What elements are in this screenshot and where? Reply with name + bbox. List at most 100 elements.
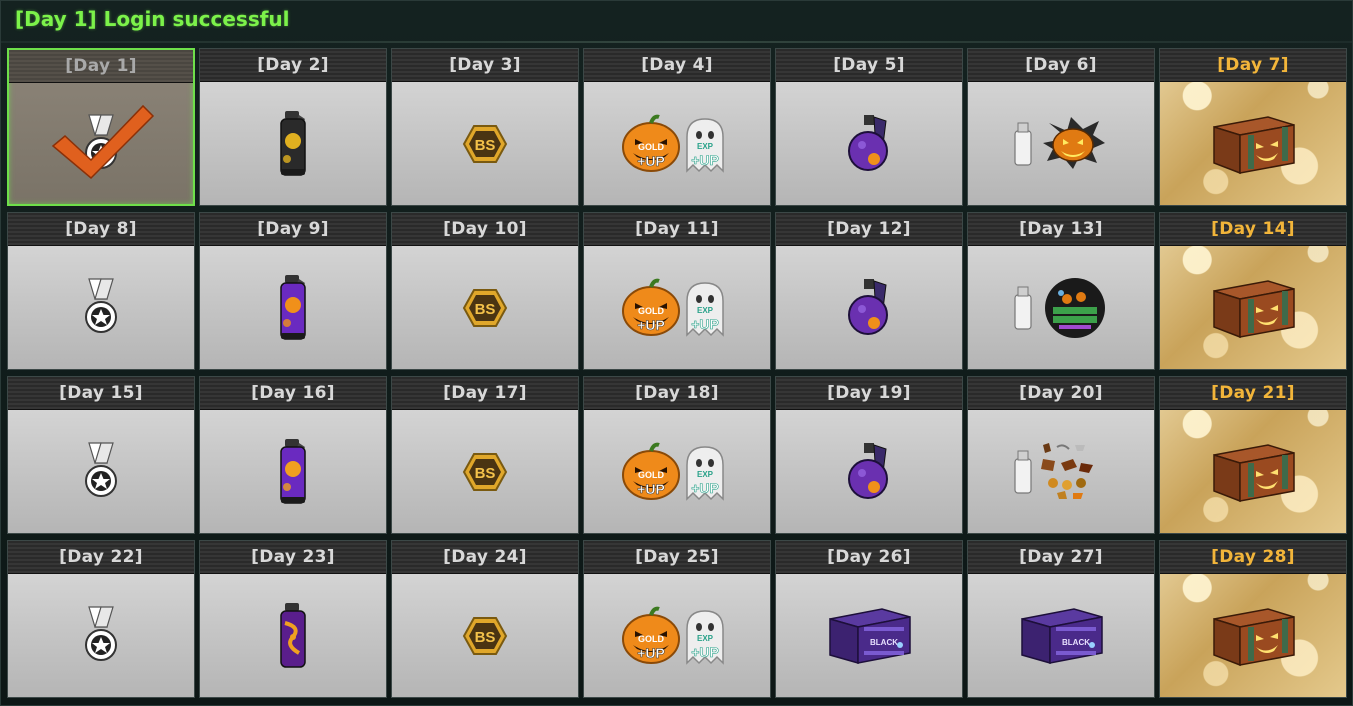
day-cell-27[interactable]: [Day 27] BLACK (967, 540, 1155, 698)
grenade-canister-orange-icon (200, 410, 386, 533)
day-cell-21[interactable]: [Day 21] (1159, 376, 1347, 534)
claimed-check-icon (51, 102, 155, 182)
page-title: [Day 1] Login successful (15, 7, 290, 31)
svg-text:+UP: +UP (691, 316, 719, 332)
day-cell-28[interactable]: [Day 28] (1159, 540, 1347, 698)
day-cell-20[interactable]: [Day 20] (967, 376, 1155, 534)
day-label: [Day 23] (200, 541, 386, 574)
bs-coin-icon: BS (392, 574, 578, 697)
day-cell-9[interactable]: [Day 9] (199, 212, 387, 370)
svg-text:EXP: EXP (697, 306, 714, 315)
gold-exp-up-icon: GOLD +UP EXP +UP (584, 82, 770, 205)
svg-text:+UP: +UP (637, 481, 665, 497)
day-cell-13[interactable]: [Day 13] (967, 212, 1155, 370)
day-label: [Day 24] (392, 541, 578, 574)
day-cell-19[interactable]: [Day 19] (775, 376, 963, 534)
day-cell-23[interactable]: [Day 23] (199, 540, 387, 698)
grenade-canister-purple-icon (200, 246, 386, 369)
day-label: [Day 19] (776, 377, 962, 410)
day-cell-26[interactable]: [Day 26] BLACK (775, 540, 963, 698)
medal-icon (8, 574, 194, 697)
svg-text:+UP: +UP (637, 645, 665, 661)
svg-text:+UP: +UP (691, 152, 719, 168)
day-cell-25[interactable]: [Day 25] GOLD +UP EXP +UP (583, 540, 771, 698)
day-cell-17[interactable]: [Day 17] BS (391, 376, 579, 534)
purple-grenade-icon (776, 246, 962, 369)
day-label: [Day 16] (200, 377, 386, 410)
sticker-spray-icon (968, 410, 1154, 533)
day-cell-14[interactable]: [Day 14] (1159, 212, 1347, 370)
day-label: [Day 27] (968, 541, 1154, 574)
grenade-canister-swirl-icon (200, 574, 386, 697)
day-label: [Day 5] (776, 49, 962, 82)
gold-exp-up-icon: GOLD +UP EXP +UP (584, 246, 770, 369)
day-cell-6[interactable]: [Day 6] (967, 48, 1155, 206)
day-label: [Day 26] (776, 541, 962, 574)
svg-text:BS: BS (475, 465, 496, 482)
day-label: [Day 22] (8, 541, 194, 574)
day-label: [Day 14] (1160, 213, 1346, 246)
purple-grenade-icon (776, 82, 962, 205)
day-cell-4[interactable]: [Day 4] GOLD +UP EXP +UP (583, 48, 771, 206)
day-label: [Day 25] (584, 541, 770, 574)
day-cell-3[interactable]: [Day 3] BS (391, 48, 579, 206)
medal-icon (8, 410, 194, 533)
svg-text:GOLD: GOLD (638, 470, 664, 480)
gold-exp-up-icon: GOLD +UP EXP +UP (584, 410, 770, 533)
day-cell-24[interactable]: [Day 24] BS (391, 540, 579, 698)
bs-coin-icon: BS (392, 410, 578, 533)
pumpkin-spray-icon (968, 82, 1154, 205)
svg-text:BLACK: BLACK (1062, 638, 1090, 647)
day-label: [Day 7] (1160, 49, 1346, 82)
day-label: [Day 12] (776, 213, 962, 246)
svg-text:BLACK: BLACK (870, 638, 898, 647)
day-cell-16[interactable]: [Day 16] (199, 376, 387, 534)
day-label: [Day 15] (8, 377, 194, 410)
day-label: [Day 9] (200, 213, 386, 246)
day-label: [Day 17] (392, 377, 578, 410)
grenade-canister-black-icon (200, 82, 386, 205)
day-label: [Day 13] (968, 213, 1154, 246)
svg-text:GOLD: GOLD (638, 634, 664, 644)
day-cell-15[interactable]: [Day 15] (7, 376, 195, 534)
pumpkin-crate-icon (1160, 574, 1346, 697)
svg-text:GOLD: GOLD (638, 142, 664, 152)
day-cell-10[interactable]: [Day 10] BS (391, 212, 579, 370)
purple-grenade-icon (776, 410, 962, 533)
svg-text:+UP: +UP (637, 317, 665, 333)
medal-icon (8, 246, 194, 369)
svg-text:EXP: EXP (697, 470, 714, 479)
title-divider (1, 41, 1352, 43)
day-label: [Day 10] (392, 213, 578, 246)
day-label: [Day 8] (8, 213, 194, 246)
day-cell-5[interactable]: [Day 5] (775, 48, 963, 206)
day-label: [Day 3] (392, 49, 578, 82)
pumpkin-crate-icon (1160, 410, 1346, 533)
svg-text:EXP: EXP (697, 142, 714, 151)
bs-coin-icon: BS (392, 82, 578, 205)
day-cell-1[interactable]: [Day 1] (7, 48, 195, 206)
gold-exp-up-icon: GOLD +UP EXP +UP (584, 574, 770, 697)
pumpkin-crate-icon (1160, 246, 1346, 369)
svg-text:+UP: +UP (691, 480, 719, 496)
svg-text:BS: BS (475, 629, 496, 646)
day-label: [Day 6] (968, 49, 1154, 82)
day-label: [Day 18] (584, 377, 770, 410)
day-label: [Day 1] (9, 50, 193, 83)
day-label: [Day 4] (584, 49, 770, 82)
pumpkin-crate-icon (1160, 82, 1346, 205)
day-cell-2[interactable]: [Day 2] (199, 48, 387, 206)
blacksquad-crate-icon: BLACK (968, 574, 1154, 697)
blacksquad-crate-icon: BLACK (776, 574, 962, 697)
reward-grid: [Day 1] [Day 2] [Day 3] BS [Day 4] GOLD … (7, 48, 1347, 698)
svg-text:+UP: +UP (691, 644, 719, 660)
day-cell-11[interactable]: [Day 11] GOLD +UP EXP +UP (583, 212, 771, 370)
attendance-window: [Day 1] Login successful [Day 1] [Day 2]… (0, 0, 1353, 706)
day-cell-22[interactable]: [Day 22] (7, 540, 195, 698)
day-cell-7[interactable]: [Day 7] (1159, 48, 1347, 206)
svg-text:+UP: +UP (637, 153, 665, 169)
svg-text:GOLD: GOLD (638, 306, 664, 316)
day-cell-18[interactable]: [Day 18] GOLD +UP EXP +UP (583, 376, 771, 534)
day-cell-12[interactable]: [Day 12] (775, 212, 963, 370)
day-cell-8[interactable]: [Day 8] (7, 212, 195, 370)
